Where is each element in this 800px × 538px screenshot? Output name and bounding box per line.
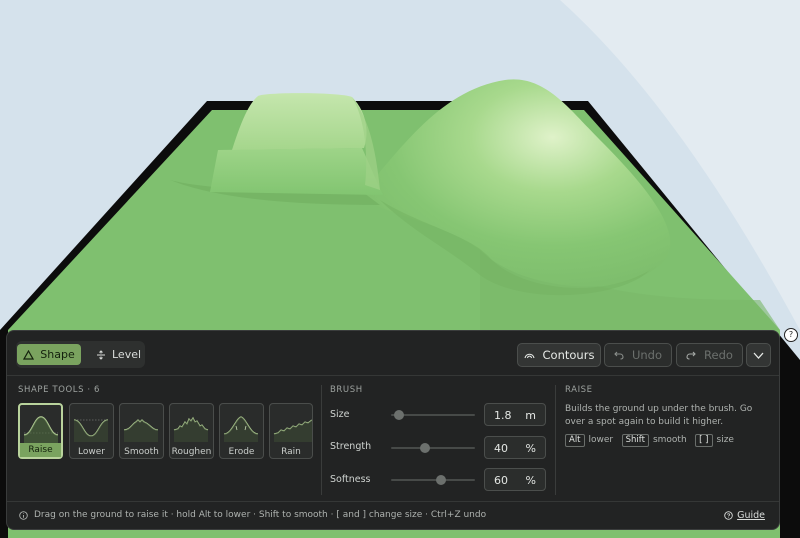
tool-roughen[interactable]: Roughen: [169, 403, 214, 459]
roughen-curve-icon: [173, 416, 209, 442]
divider: [7, 501, 779, 502]
tab-level[interactable]: Level: [90, 344, 144, 365]
strength-value: 40: [494, 442, 508, 455]
raise-curve-icon: [23, 416, 59, 443]
undo-button[interactable]: Undo: [604, 343, 672, 367]
undo-icon: [614, 351, 624, 360]
size-slider[interactable]: [391, 410, 475, 420]
tool-panel: Shape Level Contours Undo Redo SHAPE TOO…: [6, 330, 780, 530]
size-input[interactable]: 1.8 m: [484, 403, 546, 426]
softness-unit: %: [525, 474, 536, 487]
size-value: 1.8: [494, 409, 512, 422]
info-icon: [19, 510, 28, 520]
tool-description: Builds the ground up under the brush. Go…: [565, 404, 753, 427]
footer-hint-text: Drag on the ground to raise it · hold Al…: [34, 510, 487, 520]
chevron-down-icon: [753, 352, 764, 359]
redo-icon: [686, 351, 696, 360]
tool-lower-label: Lower: [78, 447, 105, 457]
info-heading: RAISE: [565, 385, 593, 395]
divider: [555, 385, 556, 495]
size-label: Size: [330, 409, 350, 420]
undo-label: Undo: [631, 348, 663, 362]
strength-input[interactable]: 40 %: [484, 436, 546, 459]
strength-unit: %: [525, 442, 536, 455]
contours-label: Contours: [542, 348, 595, 362]
triangle-icon: [23, 349, 35, 360]
key-alt-text: lower: [588, 435, 614, 445]
collapse-button[interactable]: [746, 343, 771, 367]
tool-erode-label: Erode: [228, 447, 255, 457]
key-brackets: [ ]: [695, 434, 713, 447]
strength-slider-knob[interactable]: [419, 443, 430, 453]
size-slider-knob[interactable]: [394, 410, 405, 420]
tab-shape-label: Shape: [40, 348, 75, 361]
erode-curve-icon: [223, 416, 259, 442]
tool-smooth[interactable]: Smooth: [119, 403, 164, 459]
tool-rain-label: Rain: [281, 447, 301, 457]
tool-rain[interactable]: Rain: [269, 403, 313, 459]
tool-roughen-label: Roughen: [171, 447, 212, 457]
softness-input[interactable]: 60 %: [484, 468, 546, 491]
key-alt: Alt: [565, 434, 585, 447]
tab-shape[interactable]: Shape: [17, 344, 81, 365]
strength-slider[interactable]: [391, 443, 475, 453]
guide-link[interactable]: Guide: [724, 510, 765, 521]
footer-hint: Drag on the ground to raise it · hold Al…: [19, 510, 486, 520]
help-circle-icon: [724, 511, 733, 520]
tool-raise[interactable]: Raise: [18, 403, 63, 459]
tool-erode[interactable]: Erode: [219, 403, 264, 459]
strength-label: Strength: [330, 441, 372, 452]
tool-lower[interactable]: Lower: [69, 403, 114, 459]
guide-label: Guide: [737, 510, 765, 521]
softness-label: Softness: [330, 474, 371, 485]
smooth-curve-icon: [123, 419, 159, 442]
key-shift-text: smooth: [652, 435, 687, 445]
mode-switch: Shape Level: [16, 341, 145, 368]
tool-raise-label: Raise: [20, 443, 61, 457]
key-shift: Shift: [621, 434, 649, 447]
softness-value: 60: [494, 474, 508, 487]
contours-icon: [523, 353, 535, 359]
level-icon: [97, 349, 105, 360]
softness-slider-knob[interactable]: [436, 475, 447, 485]
divider: [7, 375, 779, 376]
help-icon[interactable]: ?: [784, 328, 798, 342]
brush-heading: BRUSH: [330, 385, 363, 395]
lower-curve-icon: [73, 419, 109, 442]
contours-button[interactable]: Contours: [517, 343, 601, 367]
softness-slider[interactable]: [391, 475, 475, 485]
redo-button[interactable]: Redo: [676, 343, 743, 367]
divider: [321, 385, 322, 495]
key-brackets-text: size: [716, 435, 734, 445]
redo-label: Redo: [704, 348, 733, 362]
rain-curve-icon: [273, 419, 312, 442]
tool-smooth-label: Smooth: [124, 447, 159, 457]
shape-tools-heading: SHAPE TOOLS · 6: [18, 385, 101, 395]
tab-level-label: Level: [112, 348, 142, 361]
size-unit: m: [525, 409, 536, 422]
shortcut-keys: Alt lower Shift smooth [ ] size: [565, 432, 739, 447]
